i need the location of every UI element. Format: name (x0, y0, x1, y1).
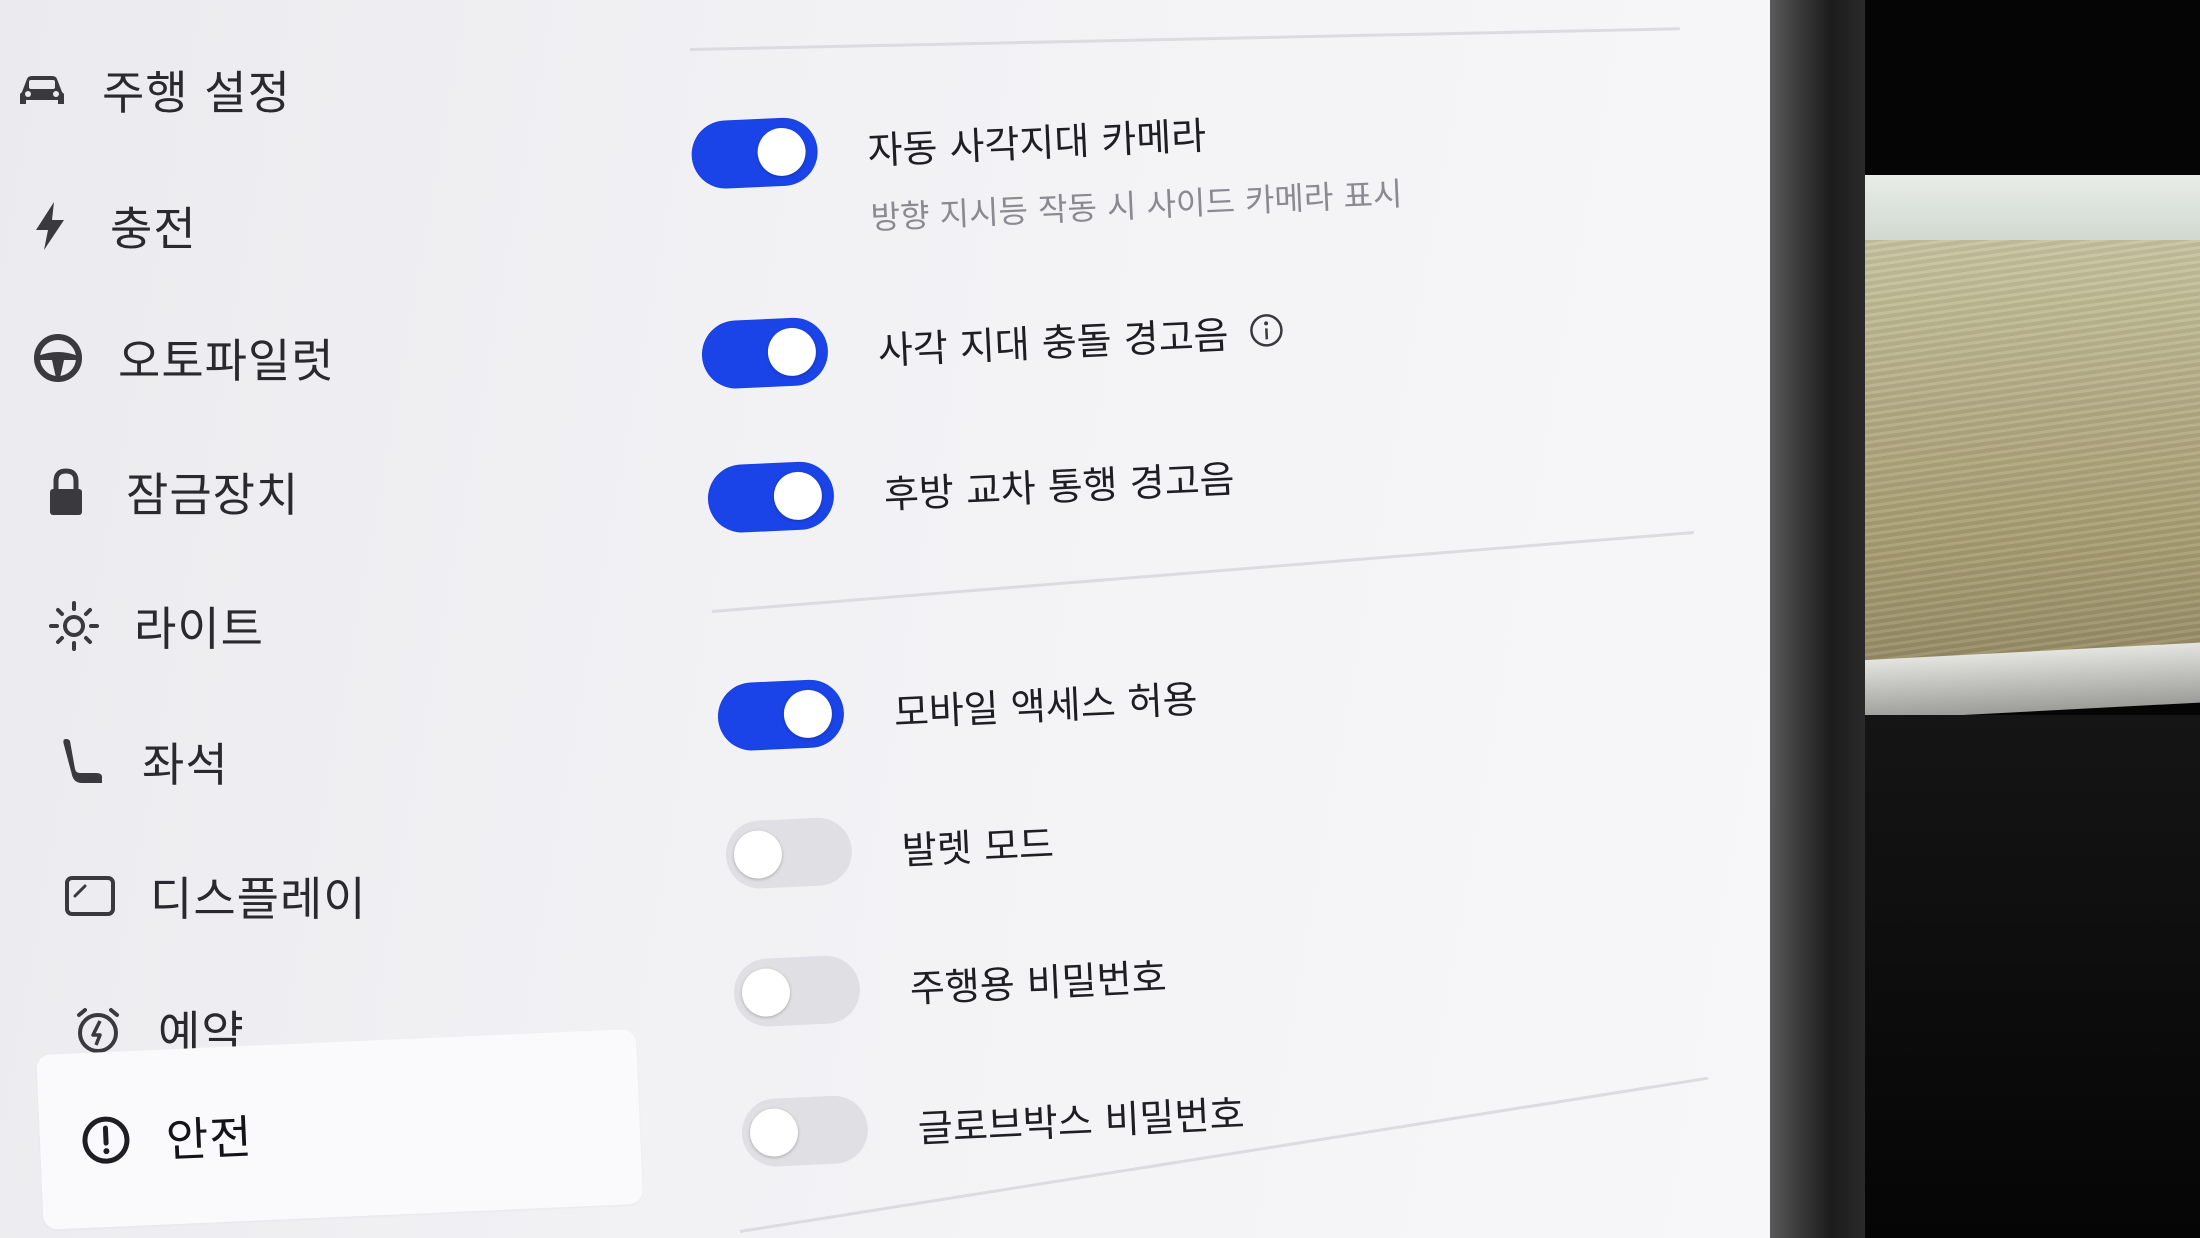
sidebar-item-display[interactable]: 디스플레이 (60, 846, 367, 946)
toggle-knob (732, 829, 784, 880)
alert-circle-icon (75, 1108, 138, 1171)
toggle-knob (756, 126, 807, 178)
screen-bezel (1755, 0, 1865, 1238)
sidebar-item-seats[interactable]: 좌석 (52, 712, 229, 812)
sidebar-item-label: 충전 (110, 202, 197, 256)
setting-title: 모바일 액세스 허용 (892, 677, 1199, 735)
sidebar-item-label: 잠금장치 (126, 468, 300, 522)
setting-title: 글로브박스 비밀번호 (916, 1092, 1246, 1151)
blindspot-collision-chime-toggle[interactable] (700, 316, 830, 390)
glovebox-pin-toggle[interactable] (740, 1094, 870, 1168)
rear-cross-traffic-chime-toggle[interactable] (706, 460, 836, 534)
setting-subtitle: 방향 지시등 작동 시 사이드 카메라 표시 (869, 174, 1404, 237)
lightning-icon (20, 196, 80, 256)
toggle-knob (772, 470, 823, 521)
valet-mode-toggle[interactable] (724, 816, 854, 890)
car-icon (12, 60, 72, 120)
setting-text: 자동 사각지대 카메라 방향 지시등 작동 시 사이드 카메라 표시 (866, 96, 1403, 239)
sidebar-item-label: 좌석 (142, 738, 229, 792)
info-icon[interactable] (1247, 311, 1285, 349)
setting-text: 발렛 모드 (901, 813, 1055, 875)
toggle-knob (766, 326, 817, 377)
toggle-knob (740, 967, 792, 1018)
sidebar-item-locks[interactable]: 잠금장치 (36, 442, 299, 542)
display-icon (60, 866, 120, 926)
setting-text: 후방 교차 통행 경고음 (883, 448, 1236, 519)
sidebar-item-label: 오토파일럿 (118, 334, 335, 388)
steering-wheel-icon (28, 328, 88, 388)
toggle-knob (782, 688, 833, 739)
sidebar-item-safety[interactable]: 안전 (36, 1028, 644, 1230)
sidebar-item-label: 안전 (164, 1109, 254, 1167)
toggle-knob (748, 1107, 800, 1158)
setting-text: 주행용 비밀번호 (909, 946, 1168, 1013)
sun-icon (44, 596, 104, 656)
touchscreen: 주행 설정 충전 오토파일럿 잠금장치 라이트 좌석 디스플레이 예약 안전 자… (0, 0, 1770, 1238)
settings-sidebar: 주행 설정 충전 오토파일럿 잠금장치 라이트 좌석 디스플레이 예약 안전 (0, 0, 660, 1238)
setting-blindspot-collision-chime: 사각 지대 충돌 경고음 (700, 296, 1285, 390)
setting-auto-blindspot-camera: 자동 사각지대 카메라 방향 지시등 작동 시 사이드 카메라 표시 (690, 90, 1403, 247)
car-interior-background (1840, 0, 2200, 1238)
window-glare (1840, 175, 2200, 245)
setting-valet-mode: 발렛 모드 (724, 807, 1055, 890)
sidebar-item-label: 라이트 (134, 602, 264, 656)
setting-text: 모바일 액세스 허용 (893, 668, 1199, 737)
auto-blindspot-camera-toggle[interactable] (690, 116, 820, 190)
setting-title: 발렛 모드 (900, 822, 1055, 873)
section-divider (711, 531, 1694, 613)
setting-title: 후방 교차 통행 경고음 (882, 457, 1236, 517)
setting-text: 글로브박스 비밀번호 (917, 1083, 1246, 1153)
setting-mobile-access: 모바일 액세스 허용 (716, 662, 1198, 752)
setting-title: 사각 지대 충돌 경고음 (876, 313, 1230, 373)
setting-title-row: 사각 지대 충돌 경고음 (877, 302, 1286, 375)
side-window-view (1840, 240, 2200, 670)
setting-pin-to-drive: 주행용 비밀번호 (732, 940, 1168, 1028)
seat-icon (52, 732, 112, 792)
sidebar-item-lights[interactable]: 라이트 (44, 576, 264, 676)
sidebar-item-driving[interactable]: 주행 설정 (12, 40, 291, 140)
setting-title: 자동 사각지대 카메라 (866, 113, 1208, 174)
setting-rear-cross-traffic-chime: 후방 교차 통행 경고음 (706, 442, 1235, 534)
photo-stage: 주행 설정 충전 오토파일럿 잠금장치 라이트 좌석 디스플레이 예약 안전 자… (0, 0, 2200, 1238)
dashboard-shadow (1840, 715, 2200, 1238)
setting-glovebox-pin: 글로브박스 비밀번호 (740, 1077, 1245, 1168)
sidebar-item-autopilot[interactable]: 오토파일럿 (28, 308, 335, 408)
sidebar-item-charging[interactable]: 충전 (20, 176, 197, 276)
sidebar-item-label: 주행 설정 (102, 66, 291, 120)
setting-title: 주행용 비밀번호 (908, 955, 1168, 1011)
lock-icon (36, 462, 96, 522)
setting-text: 사각 지대 충돌 경고음 (877, 302, 1286, 375)
section-divider (689, 27, 1680, 51)
mobile-access-toggle[interactable] (716, 678, 846, 752)
pin-to-drive-toggle[interactable] (732, 954, 862, 1028)
sidebar-item-label: 디스플레이 (150, 872, 367, 926)
